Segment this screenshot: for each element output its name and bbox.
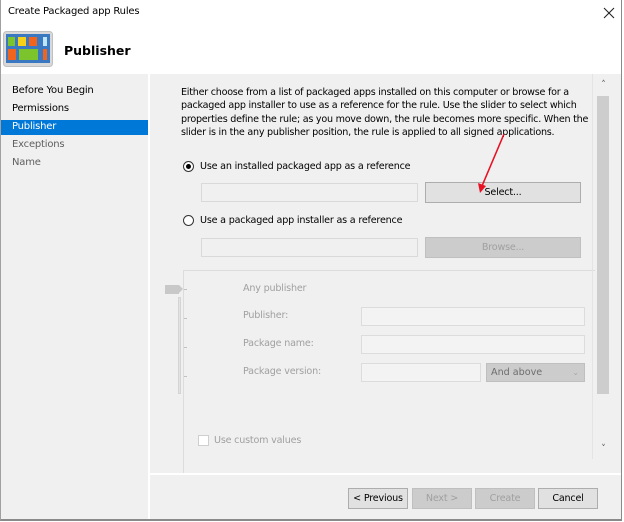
scroll-divider — [592, 74, 593, 459]
version-mode-dropdown[interactable]: And above ⌄ — [486, 363, 585, 382]
sidebar-item-exceptions[interactable]: Exceptions — [1, 138, 148, 153]
use-custom-values-option[interactable]: Use custom values — [198, 435, 301, 446]
package-version-field[interactable] — [361, 363, 481, 382]
use-custom-values-checkbox[interactable] — [198, 435, 209, 446]
installed-app-radio[interactable] — [183, 160, 194, 172]
publisher-content-panel: Either choose from a list of packaged ap… — [150, 74, 621, 474]
close-icon — [603, 7, 615, 19]
slider-tick — [184, 318, 187, 319]
any-publisher-label: Any publisher — [243, 283, 307, 294]
next-button[interactable]: Next > — [412, 488, 472, 509]
installed-app-field[interactable] — [201, 183, 418, 202]
wizard-footer: < Previous Next > Create Cancel — [150, 475, 621, 519]
slider-tick — [184, 376, 187, 377]
page-title: Publisher — [64, 43, 131, 58]
sidebar-item-before-you-begin[interactable]: Before You Begin — [1, 84, 148, 99]
select-button[interactable]: Select... — [425, 182, 581, 203]
browse-button[interactable]: Browse... — [425, 237, 581, 258]
packaged-app-icon — [3, 31, 53, 67]
specificity-slider-track[interactable] — [178, 297, 181, 394]
scrollbar-thumb[interactable] — [597, 96, 609, 394]
description-text: Either choose from a list of packaged ap… — [181, 87, 589, 138]
package-name-field[interactable] — [361, 335, 585, 354]
package-version-label: Package version: — [243, 366, 321, 377]
package-name-label: Package name: — [243, 338, 314, 349]
installed-app-radio-label: Use an installed packaged app as a refer… — [200, 160, 411, 172]
sidebar-item-permissions[interactable]: Permissions — [1, 102, 148, 117]
sidebar-item-name[interactable]: Name — [1, 156, 148, 171]
publisher-label: Publisher: — [243, 310, 289, 321]
vertical-scrollbar[interactable]: ˄ ˅ — [595, 74, 612, 459]
cancel-button[interactable]: Cancel — [538, 488, 598, 509]
slider-tick — [184, 289, 187, 290]
installer-radio-option[interactable]: Use a packaged app installer as a refere… — [183, 213, 403, 227]
specificity-slider-thumb[interactable] — [165, 285, 183, 294]
scroll-down-arrow-icon[interactable]: ˅ — [595, 444, 612, 456]
create-button[interactable]: Create — [475, 488, 535, 509]
previous-button[interactable]: < Previous — [348, 488, 408, 509]
installer-radio[interactable] — [183, 214, 194, 226]
close-button[interactable] — [597, 2, 621, 24]
installed-app-radio-option[interactable]: Use an installed packaged app as a refer… — [183, 159, 411, 173]
scroll-up-arrow-icon[interactable]: ˄ — [595, 80, 612, 92]
publisher-field[interactable] — [361, 307, 585, 326]
slider-tick — [184, 347, 187, 348]
page-header: Publisher — [1, 26, 621, 74]
sidebar-item-publisher[interactable]: Publisher — [1, 120, 148, 135]
chevron-down-icon: ⌄ — [572, 368, 579, 377]
dialog-window: Create Packaged app Rules Publisher Befo… — [0, 0, 622, 521]
version-mode-value: And above — [491, 367, 543, 378]
installer-path-field[interactable] — [201, 238, 418, 257]
title-bar: Create Packaged app Rules — [1, 0, 621, 26]
window-title: Create Packaged app Rules — [8, 6, 140, 17]
wizard-steps-sidebar: Before You Begin Permissions Publisher E… — [1, 74, 148, 519]
installer-radio-label: Use a packaged app installer as a refere… — [200, 214, 403, 226]
use-custom-values-label: Use custom values — [214, 435, 302, 446]
